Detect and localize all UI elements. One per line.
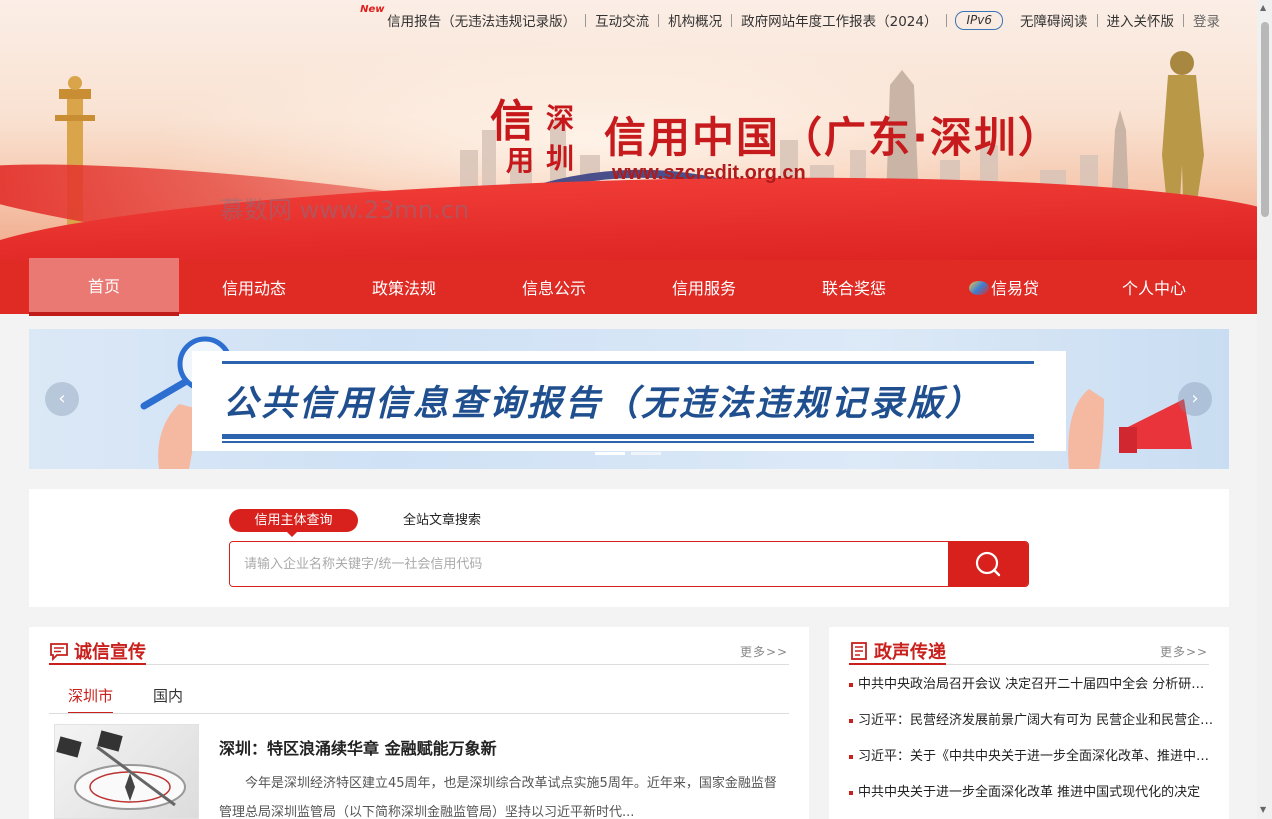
credit-report-link[interactable]: New 信用报告（无违法违规记录版） — [360, 4, 585, 30]
nav-personal-center[interactable]: 个人中心 — [1079, 260, 1229, 314]
policy-more-link[interactable]: 更多>> — [1160, 643, 1208, 660]
new-badge: New — [360, 4, 385, 15]
integrity-promotion-card: 诚信宣传 更多>> 深圳市 国内 深圳：特区浪涌续华章 金融赋能万象新 今年是深… — [29, 627, 809, 819]
site-header: 慕数网 www.23mn.cn 信 深 用 圳 信用中国（广东·深圳） www.… — [0, 0, 1257, 260]
chat-icon — [50, 643, 68, 661]
banner-rule-bottom — [222, 434, 1034, 439]
policy-news-list: 中共中央政治局召开会议 决定召开二十届四中全会 分析研究当前经济形势 习近平：民… — [849, 673, 1214, 817]
nav-home[interactable]: 首页 — [29, 258, 179, 316]
document-icon — [851, 642, 867, 660]
elder-mode-link[interactable]: 进入关怀版 — [1098, 10, 1184, 30]
scrollbar-thumb[interactable] — [1261, 22, 1269, 217]
search-button[interactable] — [948, 542, 1028, 586]
xinyidai-icon — [968, 281, 989, 295]
search-input[interactable] — [230, 542, 950, 586]
site-url: www.szcredit.org.cn — [612, 162, 806, 184]
list-item[interactable]: 中共中央政治局召开会议 决定召开二十届四中全会 分析研究当前经济形势 — [849, 673, 1214, 709]
carousel-dot[interactable] — [595, 452, 625, 455]
title-underline — [849, 663, 946, 665]
login-link[interactable]: 登录 — [1184, 10, 1229, 30]
nav-publicity[interactable]: 信息公示 — [479, 260, 629, 314]
watermark-text: 慕数网 www.23mn.cn — [220, 196, 470, 224]
compass-image — [56, 730, 186, 810]
integrity-more-link[interactable]: 更多>> — [740, 643, 788, 660]
nav-rewards-penalties[interactable]: 联合奖惩 — [779, 260, 929, 314]
nav-xinyidai[interactable]: 信易贷 — [929, 260, 1079, 314]
seal-char-3: 用 — [506, 144, 535, 177]
search-icon — [975, 551, 1001, 577]
ipv6-badge: IPv6 — [955, 10, 1003, 30]
site-title: 信用中国（广东·深圳） — [604, 113, 1062, 162]
policy-title: 政声传递 — [874, 642, 946, 663]
tab-credit-subject-search[interactable]: 信用主体查询 — [229, 509, 358, 537]
organization-link[interactable]: 机构概况 — [659, 10, 731, 30]
nav-credit-service[interactable]: 信用服务 — [629, 260, 779, 314]
page-scrollbar[interactable]: ▲ ▼ — [1257, 0, 1272, 819]
divider — [49, 713, 789, 714]
article-title[interactable]: 深圳：特区浪涌续华章 金融赋能万象新 — [219, 735, 497, 759]
seal-char-4: 圳 — [546, 142, 575, 175]
seal-char-2: 深 — [546, 102, 575, 135]
carousel-dot[interactable] — [631, 452, 661, 455]
tab-site-article-search[interactable]: 全站文章搜索 — [403, 509, 481, 532]
divider — [946, 13, 948, 27]
carousel-indicators — [595, 452, 661, 455]
interaction-link[interactable]: 互动交流 — [586, 10, 658, 30]
policy-card: 政声传递 更多>> 中共中央政治局召开会议 决定召开二十届四中全会 分析研究当前… — [829, 627, 1229, 819]
list-item[interactable]: 中共中央关于进一步全面深化改革 推进中国式现代化的决定 — [849, 781, 1214, 817]
banner-rule-top — [222, 361, 1034, 364]
policy-header: 政声传递 — [849, 637, 946, 665]
integrity-tabs: 深圳市 国内 — [68, 685, 183, 714]
article-thumbnail[interactable] — [54, 724, 199, 819]
carousel-prev-button[interactable]: ‹ — [45, 382, 79, 416]
integrity-header: 诚信宣传 — [49, 637, 146, 665]
carousel-next-button[interactable]: › — [1178, 382, 1212, 416]
nav-credit-news[interactable]: 信用动态 — [179, 260, 329, 314]
main-nav: 首页 信用动态 政策法规 信息公示 信用服务 联合奖惩 信易贷 个人中心 — [0, 258, 1257, 316]
scroll-up-arrow-icon[interactable]: ▲ — [1260, 3, 1266, 12]
tab-shenzhen[interactable]: 深圳市 — [68, 685, 114, 714]
banner-rule-bottom-thin — [222, 441, 1034, 443]
banner-title: 公共信用信息查询报告（无违法违规记录版） — [223, 384, 984, 424]
article-summary: 今年是深圳经济特区建立45周年，也是深圳综合改革试点实施5周年。近年来，国家金融… — [219, 776, 777, 819]
credit-report-label: 信用报告（无违法违规记录版） — [387, 14, 577, 30]
tab-domestic[interactable]: 国内 — [153, 685, 183, 714]
list-item[interactable]: 习近平：民营经济发展前景广阔大有可为 民营企业和民营企业家大显身手 — [849, 709, 1214, 745]
search-section: 信用主体查询 全站文章搜索 — [29, 489, 1229, 607]
list-item[interactable]: 习近平：关于《中共中央关于进一步全面深化改革、推进中国式现代化的决定》的说明 — [849, 745, 1214, 781]
annual-report-link[interactable]: 政府网站年度工作报表（2024） — [732, 10, 946, 30]
search-box — [229, 541, 1029, 587]
divider — [49, 664, 789, 665]
accessibility-link[interactable]: 无障碍阅读 — [1011, 10, 1097, 30]
hero-carousel[interactable]: 公共信用信息查询报告（无违法违规记录版） ‹ › — [29, 329, 1229, 469]
integrity-title: 诚信宣传 — [74, 642, 146, 663]
nav-policy[interactable]: 政策法规 — [329, 260, 479, 314]
scroll-down-arrow-icon[interactable]: ▼ — [1260, 805, 1266, 814]
top-utility-bar: New 信用报告（无违法违规记录版） 互动交流 机构概况 政府网站年度工作报表（… — [360, 4, 1229, 31]
nav-xinyidai-label: 信易贷 — [990, 279, 1039, 298]
site-logo-seal[interactable]: 信 深 用 圳 — [490, 85, 590, 185]
title-underline — [49, 663, 146, 665]
